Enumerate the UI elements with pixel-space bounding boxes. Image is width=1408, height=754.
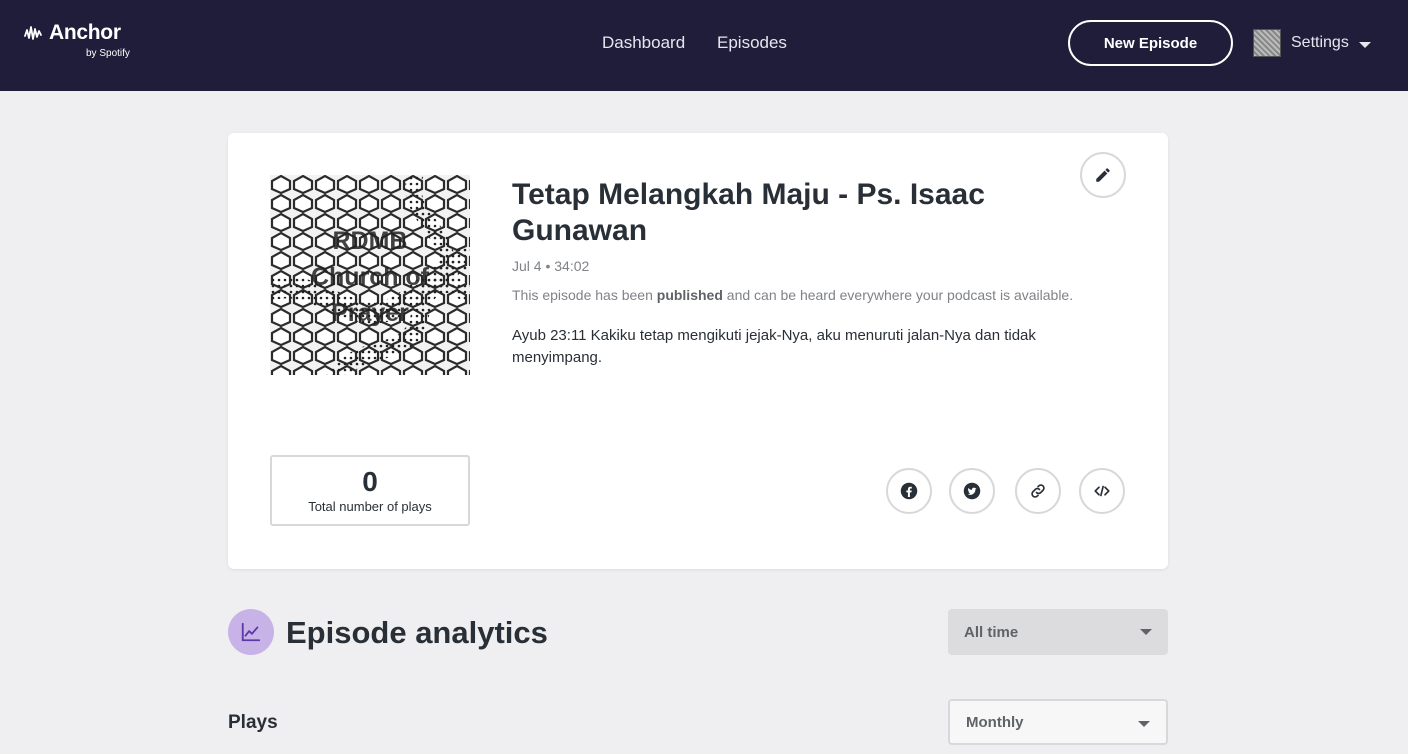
share-facebook-button[interactable] (886, 468, 932, 514)
cover-text: RDMB Church of Prayer (270, 223, 470, 331)
nav-episodes[interactable]: Episodes (717, 33, 787, 53)
embed-code-icon (1094, 485, 1110, 497)
plays-heading: Plays (228, 712, 278, 733)
granularity-select[interactable]: Monthly (948, 699, 1168, 745)
episode-cover-art: RDMB Church of Prayer (270, 175, 470, 375)
twitter-icon (963, 482, 981, 500)
anchor-logo[interactable]: Anchor by Spotify (24, 20, 144, 64)
analytics-badge (228, 609, 274, 655)
total-plays-count: 0 (362, 466, 378, 497)
top-navigation-bar: Anchor by Spotify Dashboard Episodes New… (0, 0, 1408, 91)
cover-text-line: Church of (310, 263, 430, 291)
logo-subtitle: by Spotify (86, 48, 130, 59)
episode-status: This episode has been published and can … (512, 287, 1073, 303)
share-twitter-button[interactable] (949, 468, 995, 514)
episode-title: Tetap Melangkah Maju - Ps. Isaac Gunawan (512, 178, 985, 247)
time-range-select[interactable]: All time (948, 609, 1168, 655)
time-range-value: All time (964, 623, 1019, 641)
granularity-value: Monthly (966, 713, 1024, 731)
caret-down-icon (1140, 629, 1152, 635)
analytics-title: Episode analytics (286, 615, 548, 650)
new-episode-button[interactable]: New Episode (1068, 20, 1233, 66)
cover-text-line: Prayer (331, 299, 409, 327)
anchor-wave-icon (24, 26, 42, 40)
episode-card: RDMB Church of Prayer Tetap Melangkah Ma… (228, 133, 1168, 569)
status-prefix: This episode has been (512, 287, 653, 303)
status-suffix: and can be heard everywhere your podcast… (726, 287, 1074, 303)
episode-meta: Jul 4 • 34:02 (512, 258, 590, 274)
caret-down-icon[interactable] (1359, 42, 1371, 48)
facebook-icon (900, 482, 918, 500)
cover-text-line: RDMB (332, 227, 408, 255)
total-plays-box: 0 Total number of plays (270, 455, 470, 526)
embed-code-button[interactable] (1079, 468, 1125, 514)
link-icon (1031, 484, 1045, 498)
avatar[interactable] (1253, 29, 1281, 57)
copy-link-button[interactable] (1015, 468, 1061, 514)
status-bold: published (656, 287, 723, 303)
nav-dashboard[interactable]: Dashboard (602, 33, 685, 53)
total-plays-label: Total number of plays (308, 499, 432, 514)
logo-name: Anchor (49, 21, 121, 44)
analytics-chart-icon (241, 622, 261, 642)
episode-description: Ayub 23:11 Kakiku tetap mengikuti jejak-… (512, 327, 1036, 366)
caret-down-icon (1138, 721, 1150, 727)
edit-episode-button[interactable] (1080, 152, 1126, 198)
pencil-icon (1096, 168, 1110, 182)
settings-menu[interactable]: Settings (1291, 34, 1349, 52)
